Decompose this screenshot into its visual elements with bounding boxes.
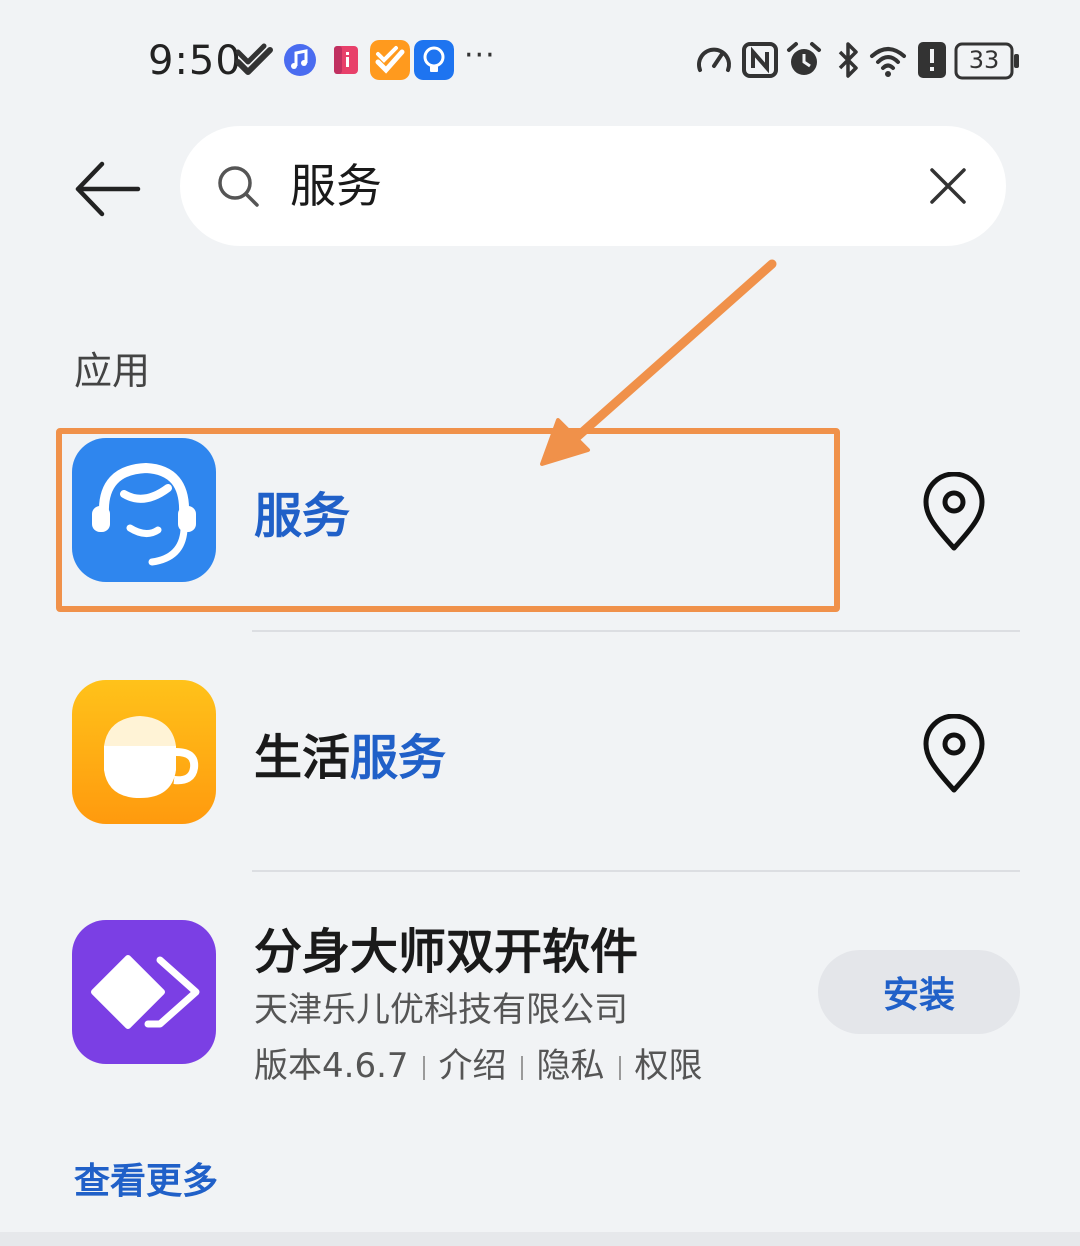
bluetooth-icon: [838, 42, 858, 78]
section-title: 应用: [74, 349, 151, 393]
app-result-life-service[interactable]: 生活服务: [0, 680, 1080, 860]
link-privacy[interactable]: 隐私: [537, 1046, 605, 1086]
search-icon: [218, 166, 259, 207]
music-app-icon: [284, 44, 316, 76]
tips-app-icon: [414, 40, 454, 80]
orange-app-icon: [370, 40, 410, 80]
divider: [252, 630, 1020, 632]
app-name-highlight: 服务: [254, 488, 351, 544]
speedometer-icon: [697, 47, 731, 72]
app-name: 服务: [254, 476, 350, 546]
status-time: 9:50: [148, 38, 242, 84]
wifi-icon: [870, 47, 906, 77]
search-box[interactable]: 服务: [180, 126, 1006, 246]
clear-search-button[interactable]: [926, 164, 970, 208]
swoosh-notification-icon: [235, 43, 273, 75]
app-name-plain: 生活: [254, 730, 351, 786]
nfc-icon: [742, 42, 778, 78]
divider: [252, 870, 1020, 872]
bottom-edge: [0, 1232, 1080, 1246]
dual-diamond-icon[interactable]: [72, 920, 216, 1064]
separator: [520, 1055, 523, 1080]
link-intro[interactable]: 介绍: [439, 1046, 507, 1086]
link-permissions[interactable]: 权限: [635, 1046, 703, 1086]
status-bar: 9:50 ··· 33: [0, 0, 1080, 120]
app-name-highlight: 服务: [350, 730, 447, 786]
see-more-link[interactable]: 查看更多: [74, 1152, 218, 1204]
headset-service-icon: [72, 438, 216, 582]
alarm-icon: [787, 42, 821, 75]
back-button[interactable]: [66, 148, 148, 230]
location-pin-icon[interactable]: [918, 472, 990, 552]
battery-level: 33: [968, 46, 1000, 74]
search-input[interactable]: 服务: [290, 156, 382, 216]
more-notifications-icon: ···: [464, 38, 496, 73]
app-name: 生活服务: [254, 718, 446, 788]
alert-icon: [918, 42, 946, 78]
app-result-service[interactable]: 服务: [0, 438, 1080, 618]
separator: [618, 1055, 621, 1080]
install-button[interactable]: 安装: [818, 950, 1020, 1034]
app-name-dual-master[interactable]: 分身大师双开软件: [254, 912, 638, 982]
book-app-icon: [334, 46, 358, 74]
app-version: 版本4.6.7: [254, 1046, 409, 1086]
app-meta-row: 版本4.6.7 介绍 隐私 权限: [254, 1038, 703, 1087]
app-developer: 天津乐儿优科技有限公司: [254, 990, 628, 1030]
coffee-cup-icon: [72, 680, 216, 824]
location-pin-icon[interactable]: [918, 714, 990, 794]
separator: [422, 1055, 425, 1080]
